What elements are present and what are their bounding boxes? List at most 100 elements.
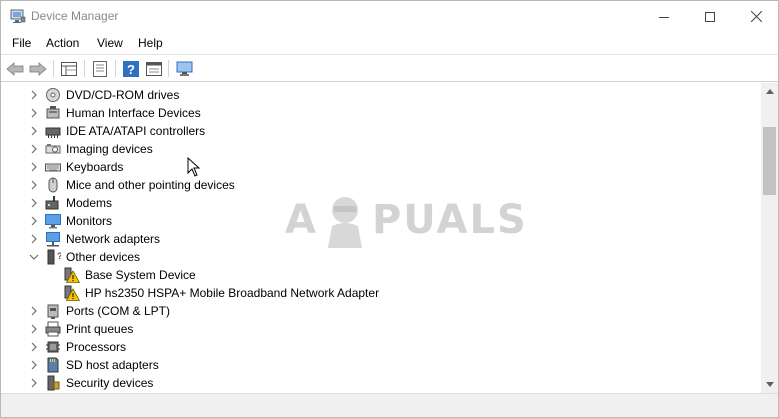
chevron-right-icon[interactable] (29, 342, 39, 352)
tree-item-label: Other devices (66, 250, 141, 264)
tree-item-label: SD host adapters (66, 358, 159, 372)
mouse-cursor-icon (187, 157, 201, 177)
chevron-right-icon[interactable] (29, 162, 39, 172)
scan-hardware-button[interactable] (175, 59, 195, 78)
hid-icon (46, 106, 60, 119)
mouse-icon (48, 177, 58, 193)
tree-item-label: Ports (COM & LPT) (66, 304, 171, 318)
camera-icon (45, 144, 61, 154)
tree-category-row[interactable]: Ports (COM & LPT) (1, 302, 761, 320)
chevron-right-icon[interactable] (29, 108, 39, 118)
chevron-right-icon[interactable] (29, 324, 39, 334)
unknown-device-icon: ? (47, 249, 61, 265)
tree-device-row[interactable]: HP hs2350 HSPA+ Mobile Broadband Network… (1, 284, 761, 302)
forward-arrow-icon (29, 61, 47, 76)
menu-file[interactable]: File (12, 36, 31, 50)
toolbar-separator (53, 60, 54, 77)
tree-category-row[interactable]: Keyboards (1, 158, 761, 176)
tree-category-row[interactable]: Security devices (1, 374, 761, 392)
help-icon: ? (123, 60, 139, 77)
scroll-down-button[interactable] (761, 376, 778, 393)
tree-category-row[interactable]: IDE ATA/ATAPI controllers (1, 122, 761, 140)
menu-action[interactable]: Action (46, 36, 79, 50)
status-bar (1, 393, 778, 417)
monitor-scan-icon (176, 61, 193, 76)
menu-view[interactable]: View (97, 36, 123, 50)
ide-controller-icon (45, 127, 61, 138)
title-bar: Device Manager (1, 1, 778, 32)
keyboard-icon (45, 163, 61, 172)
window-title: Device Manager (31, 9, 119, 23)
properties-button[interactable] (59, 59, 79, 78)
chevron-right-icon[interactable] (29, 90, 39, 100)
chevron-right-icon[interactable] (29, 306, 39, 316)
tree-item-label: Network adapters (66, 232, 161, 246)
tree-category-row[interactable]: DVD/CD-ROM drives (1, 86, 761, 104)
processor-icon (46, 341, 60, 353)
tree-item-label: Mice and other pointing devices (66, 178, 235, 192)
tree-device-row[interactable]: Base System Device (1, 266, 761, 284)
tree-item-label: DVD/CD-ROM drives (66, 88, 180, 102)
tree-item-label: Security devices (66, 376, 154, 390)
chevron-right-icon[interactable] (29, 234, 39, 244)
minimize-button[interactable] (641, 1, 687, 32)
chevron-right-icon[interactable] (29, 378, 39, 388)
scroll-up-arrow-icon (765, 89, 774, 94)
tree-category-row[interactable]: Print queues (1, 320, 761, 338)
warning-device-icon (64, 285, 80, 301)
close-icon (750, 11, 762, 22)
toolbar-separator (84, 60, 85, 77)
chevron-right-icon[interactable] (29, 360, 39, 370)
tree-category-row[interactable]: Human Interface Devices (1, 104, 761, 122)
tree-category-row[interactable]: Mice and other pointing devices (1, 176, 761, 194)
forward-button[interactable] (28, 59, 48, 78)
resources-view-icon (146, 61, 162, 76)
chevron-right-icon[interactable] (29, 198, 39, 208)
back-button[interactable] (5, 59, 25, 78)
tree-item-label: Monitors (66, 214, 113, 228)
chevron-right-icon[interactable] (29, 126, 39, 136)
maximize-icon (705, 11, 715, 22)
tree-category-row[interactable]: SD host adapters (1, 356, 761, 374)
scrollbar-thumb[interactable] (763, 127, 776, 195)
close-button[interactable] (733, 1, 779, 32)
back-arrow-icon (6, 61, 24, 76)
scroll-down-arrow-icon (765, 382, 774, 387)
printer-icon (45, 321, 61, 337)
monitor-icon (45, 214, 61, 229)
tree-item-label: Base System Device (85, 268, 196, 282)
tree-item-label: Keyboards (66, 160, 124, 174)
tree-category-row[interactable]: Modems (1, 194, 761, 212)
help-button[interactable]: ? (121, 59, 141, 78)
dvd-drive-icon (46, 88, 60, 102)
port-icon (47, 304, 59, 319)
device-tree: DVD/CD-ROM drives Human Interface Devices… (1, 83, 761, 393)
resources-view-button[interactable] (144, 59, 164, 78)
chevron-right-icon[interactable] (29, 216, 39, 226)
vertical-scrollbar[interactable] (761, 83, 778, 393)
tree-category-row[interactable]: Monitors (1, 212, 761, 230)
chevron-down-icon[interactable] (29, 252, 39, 262)
tree-category-row[interactable]: Network adapters (1, 230, 761, 248)
tree-item-label: IDE ATA/ATAPI controllers (66, 124, 206, 138)
device-list-icon (93, 60, 107, 77)
tree-category-row[interactable]: Processors (1, 338, 761, 356)
svg-text:?: ? (57, 251, 61, 261)
chevron-right-icon[interactable] (29, 144, 39, 154)
toolbar-separator (115, 60, 116, 77)
modem-icon (45, 196, 59, 210)
device-manager-window: Device Manager File Action View Help ? D… (0, 0, 779, 418)
tree-category-row[interactable]: Imaging devices (1, 140, 761, 158)
chevron-right-icon[interactable] (29, 180, 39, 190)
scroll-up-button[interactable] (761, 83, 778, 100)
maximize-button[interactable] (687, 1, 733, 32)
properties-grid-icon (61, 61, 77, 76)
security-device-icon (47, 375, 60, 391)
tree-category-row[interactable]: ? Other devices (1, 248, 761, 266)
menu-help[interactable]: Help (138, 36, 163, 50)
warning-device-icon (64, 267, 80, 283)
tree-item-label: Print queues (66, 322, 134, 336)
toolbar-separator (168, 60, 169, 77)
device-list-button[interactable] (90, 59, 110, 78)
network-adapter-icon (46, 232, 60, 247)
